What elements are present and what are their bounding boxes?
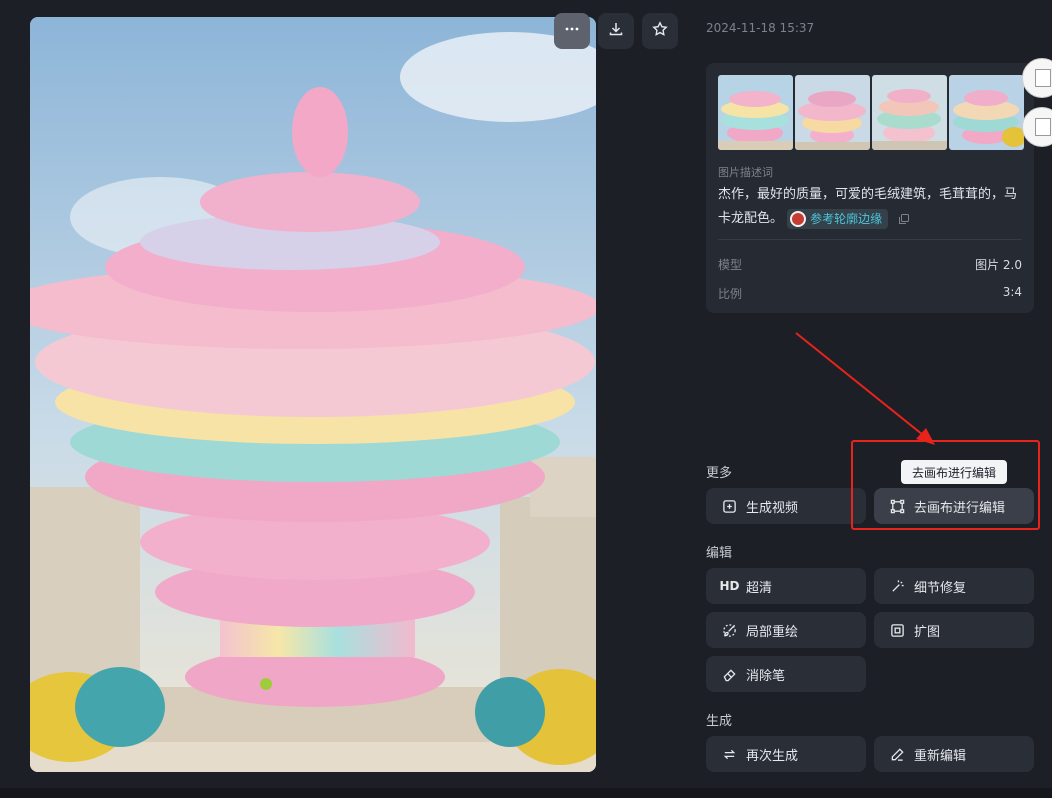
eraser-button[interactable]: 消除笔 xyxy=(706,656,866,692)
reference-chip[interactable]: 参考轮廓边缘 xyxy=(787,208,889,229)
refresh-icon xyxy=(722,747,737,762)
download-icon xyxy=(608,21,624,41)
timestamp: 2024-11-18 15:37 xyxy=(706,21,815,35)
generate-video-label: 生成视频 xyxy=(746,500,799,516)
video-plus-icon xyxy=(722,499,737,514)
outpaint-button[interactable]: 扩图 xyxy=(874,612,1034,648)
expand-icon xyxy=(890,623,905,638)
description-label: 图片描述词 xyxy=(718,166,773,179)
magic-wand-icon xyxy=(890,579,905,594)
generated-image[interactable] xyxy=(30,17,596,772)
image-detail-view: 2024-11-18 15:37 图片描述词 杰作，最好的质量，可爱的毛绒建筑，… xyxy=(0,0,1052,798)
reference-thumbnail xyxy=(790,210,807,227)
section-title-edit: 编辑 xyxy=(706,546,733,561)
pencil-icon xyxy=(890,747,905,762)
ratio-value: 3:4 xyxy=(1002,285,1022,299)
re-edit-label: 重新编辑 xyxy=(914,748,967,764)
regenerate-label: 再次生成 xyxy=(746,748,799,764)
thumbnail-3[interactable] xyxy=(872,75,947,150)
annotation-highlight-box xyxy=(851,440,1040,530)
re-edit-button[interactable]: 重新编辑 xyxy=(874,736,1034,772)
bottom-strip xyxy=(0,788,1052,798)
model-label: 模型 xyxy=(718,258,743,272)
divider xyxy=(718,239,1022,240)
section-title-more: 更多 xyxy=(706,466,733,481)
description-text: 杰作，最好的质量，可爱的毛绒建筑，毛茸茸的，马卡龙配色。 参考轮廓边缘 xyxy=(718,183,1024,231)
star-icon xyxy=(652,21,668,41)
image-info-card: 图片描述词 杰作，最好的质量，可爱的毛绒建筑，毛茸茸的，马卡龙配色。 参考轮廓边… xyxy=(706,63,1034,313)
annotation-arrow xyxy=(795,332,935,445)
thumbnail-strip xyxy=(718,75,1024,150)
super-resolution-button[interactable]: HD 超清 xyxy=(706,568,866,604)
outpaint-label: 扩图 xyxy=(914,624,941,640)
regenerate-button[interactable]: 再次生成 xyxy=(706,736,866,772)
eraser-icon xyxy=(722,667,737,682)
ellipsis-icon xyxy=(564,21,580,41)
detail-fix-label: 细节修复 xyxy=(914,580,967,596)
favorite-button[interactable] xyxy=(642,13,678,49)
more-options-button[interactable] xyxy=(554,13,590,49)
thumbnail-4[interactable] xyxy=(949,75,1024,150)
brush-icon xyxy=(722,623,737,638)
thumbnail-2[interactable] xyxy=(795,75,870,150)
download-button[interactable] xyxy=(598,13,634,49)
inpaint-label: 局部重绘 xyxy=(746,624,799,640)
ratio-label: 比例 xyxy=(718,287,743,301)
detail-fix-button[interactable]: 细节修复 xyxy=(874,568,1034,604)
ratio-row: 比例 3:4 xyxy=(718,285,1022,302)
copy-icon[interactable] xyxy=(898,213,910,225)
section-title-generate: 生成 xyxy=(706,714,733,729)
reference-label: 参考轮廓边缘 xyxy=(810,211,883,226)
super-resolution-label: 超清 xyxy=(746,580,773,596)
model-row: 模型 图片 2.0 xyxy=(718,256,1022,273)
thumbnail-1[interactable] xyxy=(718,75,793,150)
hd-icon: HD xyxy=(719,579,740,593)
generate-video-button[interactable]: 生成视频 xyxy=(706,488,866,524)
inpaint-button[interactable]: 局部重绘 xyxy=(706,612,866,648)
model-value: 图片 2.0 xyxy=(975,258,1022,272)
eraser-label: 消除笔 xyxy=(746,668,786,684)
